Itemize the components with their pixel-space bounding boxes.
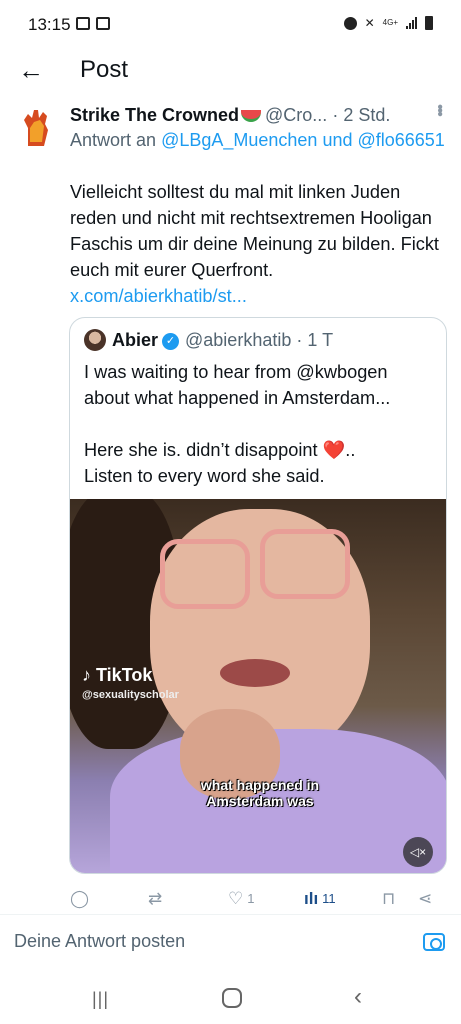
author-handle[interactable]: @Cro... [265,105,327,125]
speech-bubble-icon: ◯ [70,889,90,908]
status-notification-icons [76,17,110,30]
separator: · [332,105,339,125]
video-frame-glasses [260,529,350,599]
like-button[interactable]: ♡ 1 [228,886,254,912]
quote-line: I was waiting to hear from @kwbogen [84,362,388,382]
quote-header: Abier ✓ @abierkhatib · 1 T [112,327,333,353]
home-icon[interactable] [222,988,242,1008]
status-bar: 13:15 ✕ 4G+ [0,0,461,50]
quote-author-handle: @abierkhatib [185,330,292,350]
separator: · [296,330,303,350]
video-player[interactable]: ♪ TikTok @sexualityscholar what happened… [70,499,446,873]
like-count: 1 [247,891,255,906]
status-right-icons: ✕ 4G+ [343,16,433,30]
author-avatar[interactable] [18,102,54,150]
signal-icon [406,17,417,29]
status-time: 13:15 [28,15,71,34]
post-header: Strike The Crowned @Cro... · 2 Std. [70,102,450,128]
video-frame-mouth [220,659,290,687]
view-count: 11 [322,891,336,906]
speaker-muted-icon[interactable]: ◁× [403,837,433,867]
views-button[interactable]: ılı 11 [304,886,336,912]
page-title: Post [80,56,129,83]
post-actions: ◯ ⇄ ♡ 1 ılı 11 ⊓ ⋖ [70,886,450,912]
video-frame-glasses [160,539,250,609]
alarm-icon [343,16,357,30]
post-link[interactable]: x.com/abierkhatib/st... [70,283,247,309]
bar-chart-icon: ılı [304,889,319,908]
quote-time: 1 T [307,330,334,350]
watermelon-icon [241,110,262,123]
gallery-notification-icon [76,17,90,30]
reply-to-line: Antwort an @LBgA_Muenchen und @flo66651 [70,127,450,153]
quote-line-text: Here she is. didn’t disappoint [84,440,318,460]
reply-button[interactable]: ◯ [70,886,89,912]
caption-line: Amsterdam was [206,793,314,809]
battery-icon [425,16,433,30]
reply-prefix: Antwort an [70,130,157,150]
share-button[interactable]: ⋖ [418,886,432,912]
repost-button[interactable]: ⇄ [148,886,162,912]
heart-icon: ♡ [228,889,244,908]
quote-blank-line [84,411,439,437]
reply-mentions-link[interactable]: @LBgA_Muenchen und @flo66651 [161,130,445,150]
quote-line: Listen to every word she said. [84,466,325,486]
post-text: Vielleicht solltest du mal mit linken Ju… [70,182,439,280]
reply-composer[interactable]: Deine Antwort posten [0,915,461,973]
author-name[interactable]: Strike The Crowned [70,105,239,125]
mute-status-icon: ✕ [364,16,375,30]
caption-line: what happened in [200,777,320,793]
reply-input[interactable]: Deine Antwort posten [14,931,185,952]
share-icon: ⋖ [418,889,433,908]
retweet-arrows-icon: ⇄ [148,889,163,908]
quote-author-name: Abier [112,330,159,350]
post-time[interactable]: 2 Std. [343,105,390,125]
more-options-icon[interactable]: ••• [430,104,448,115]
video-caption: what happened in Amsterdam was [180,777,340,809]
bookmark-button[interactable]: ⊓ [382,886,395,912]
quote-line: Here she is. didn’t disappoint ❤️.. [84,437,439,463]
network-type: 4G+ [382,18,398,27]
tiktok-username: @sexualityscholar [82,689,179,701]
camera-icon[interactable] [423,933,445,951]
quote-text: I was waiting to hear from @kwbogen abou… [84,359,439,489]
quote-author-avatar [84,329,106,351]
verified-badge-icon: ✓ [162,332,180,350]
quoted-post[interactable]: Abier ✓ @abierkhatib · 1 T I was waiting t… [69,317,447,874]
bookmark-icon: ⊓ [382,889,396,908]
app-notification-icon [96,17,110,30]
tiktok-watermark: ♪ TikTok [82,665,153,685]
tiktok-logo-text: TikTok [96,665,153,685]
page-header: ← Post [0,50,461,98]
system-navigation-bar: ||| ‹ [0,973,461,1024]
back-arrow-icon[interactable]: ← [18,56,46,84]
quote-line-end: .. [345,440,356,460]
quote-line: about what happened in Amsterdam... [84,388,391,408]
heart-emoji-icon: ❤️ [322,440,346,460]
recents-icon[interactable]: ||| [92,989,109,1010]
system-back-icon[interactable]: ‹ [354,983,362,1011]
